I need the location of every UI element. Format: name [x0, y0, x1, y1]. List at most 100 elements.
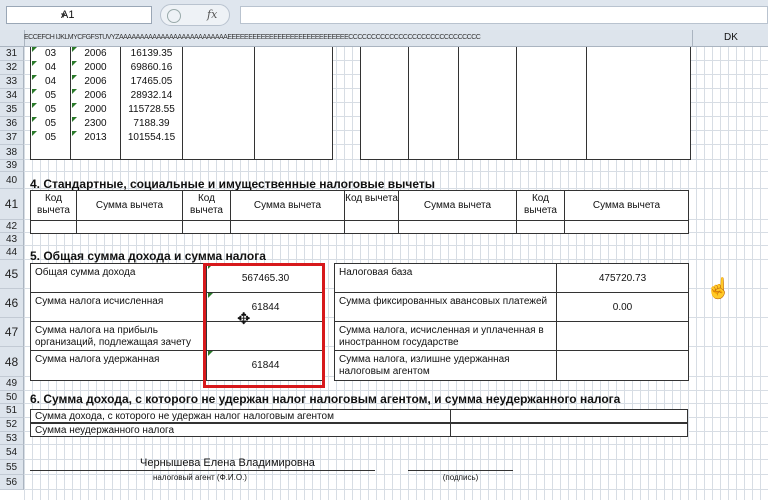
top-table-cell[interactable] — [182, 103, 255, 118]
row-header[interactable]: 51 — [0, 404, 24, 418]
top-table-cell[interactable] — [458, 131, 517, 146]
column-dk-header[interactable]: DK — [692, 30, 768, 46]
section5-value2-cell[interactable]: 475720.73 — [556, 263, 689, 294]
row-header[interactable]: 41 — [0, 189, 24, 220]
top-table-cell[interactable] — [360, 61, 409, 76]
top-table-cell[interactable] — [408, 145, 459, 160]
chevron-down-icon[interactable]: ▾ — [61, 10, 147, 21]
top-table-cell[interactable] — [360, 103, 409, 118]
section5-label-cell[interactable]: Сумма налога исчисленная — [30, 292, 207, 323]
top-table-cell[interactable]: 17465.05 — [120, 75, 183, 90]
row-header[interactable]: 50 — [0, 391, 24, 404]
top-table-cell[interactable] — [408, 75, 459, 90]
top-table-cell[interactable] — [182, 61, 255, 76]
top-table-cell[interactable] — [458, 103, 517, 118]
top-table-cell[interactable] — [516, 89, 587, 104]
section5-value2-cell[interactable] — [556, 321, 689, 352]
top-table-cell[interactable] — [516, 75, 587, 90]
top-table-cell[interactable] — [254, 103, 333, 118]
top-table-cell[interactable] — [458, 47, 517, 62]
row-header[interactable]: 48 — [0, 347, 24, 377]
select-all-corner[interactable] — [0, 30, 25, 46]
section4-value-cell[interactable] — [398, 220, 517, 234]
top-table-cell[interactable] — [254, 47, 333, 62]
top-table-cell[interactable]: 101554.15 — [120, 131, 183, 146]
top-table-cell[interactable] — [586, 89, 691, 104]
section5-value2-cell[interactable]: 0.00 — [556, 292, 689, 323]
top-table-cell[interactable] — [360, 145, 409, 160]
top-table-cell[interactable]: 04 — [30, 61, 71, 76]
top-table-cell[interactable] — [360, 89, 409, 104]
top-table-cell[interactable]: 115728.55 — [120, 103, 183, 118]
top-table-cell[interactable]: 28932.14 — [120, 89, 183, 104]
top-table-cell[interactable] — [516, 131, 587, 146]
top-table-cell[interactable] — [458, 89, 517, 104]
section6-row2-value[interactable] — [450, 423, 688, 437]
row-header[interactable]: 32 — [0, 61, 24, 75]
top-table-cell[interactable]: 2000 — [70, 103, 121, 118]
top-table-cell[interactable] — [182, 117, 255, 132]
top-table-cell[interactable] — [360, 47, 409, 62]
row-header[interactable]: 34 — [0, 89, 24, 103]
row-header[interactable]: 33 — [0, 75, 24, 89]
row-header[interactable]: 35 — [0, 103, 24, 117]
top-table-cell[interactable]: 16139.35 — [120, 47, 183, 62]
top-table-cell[interactable] — [408, 103, 459, 118]
top-table-cell[interactable] — [458, 117, 517, 132]
top-table-cell[interactable] — [586, 75, 691, 90]
top-table-cell[interactable] — [516, 117, 587, 132]
row-header[interactable]: 36 — [0, 117, 24, 131]
top-table-cell[interactable]: 03 — [30, 47, 71, 62]
row-header[interactable]: 31 — [0, 47, 24, 61]
top-table-cell[interactable] — [254, 61, 333, 76]
section4-value-cell[interactable] — [30, 220, 77, 234]
top-table-cell[interactable]: 05 — [30, 117, 71, 132]
section5-label2-cell[interactable]: Сумма фиксированных авансовых платежей — [334, 292, 557, 323]
section5-label-cell[interactable]: Сумма налога на прибыль организаций, под… — [30, 321, 207, 352]
row-header[interactable]: 56 — [0, 475, 24, 490]
name-box[interactable]: A1 ▾ — [6, 6, 152, 24]
row-header[interactable]: 43 — [0, 233, 24, 246]
row-header[interactable]: 44 — [0, 246, 24, 260]
top-table-cell[interactable] — [120, 145, 183, 160]
top-table-cell[interactable] — [182, 47, 255, 62]
row-header[interactable]: 54 — [0, 445, 24, 460]
top-table-cell[interactable]: 05 — [30, 131, 71, 146]
top-table-cell[interactable] — [458, 75, 517, 90]
section6-row1-value[interactable] — [450, 409, 688, 423]
top-table-cell[interactable] — [586, 103, 691, 118]
section4-value-cell[interactable] — [516, 220, 565, 234]
row-header[interactable]: 55 — [0, 460, 24, 475]
top-table-cell[interactable] — [586, 131, 691, 146]
row-header[interactable]: 45 — [0, 260, 24, 289]
top-table-cell[interactable] — [254, 89, 333, 104]
row-header[interactable]: 47 — [0, 318, 24, 347]
section5-label-cell[interactable]: Сумма налога удержанная — [30, 350, 207, 381]
section4-value-cell[interactable] — [564, 220, 689, 234]
row-header[interactable]: 42 — [0, 220, 24, 233]
top-table-cell[interactable] — [408, 61, 459, 76]
section5-label2-cell[interactable]: Сумма налога, исчисленная и уплаченная в… — [334, 321, 557, 352]
top-table-cell[interactable]: 2006 — [70, 75, 121, 90]
section4-value-cell[interactable] — [76, 220, 183, 234]
top-table-cell[interactable] — [458, 61, 517, 76]
top-table-cell[interactable] — [182, 89, 255, 104]
top-table-cell[interactable]: 2000 — [70, 61, 121, 76]
section5-label2-cell[interactable]: Налоговая база — [334, 263, 557, 294]
top-table-cell[interactable]: 2006 — [70, 89, 121, 104]
top-table-cell[interactable] — [254, 145, 333, 160]
top-table-cell[interactable] — [254, 117, 333, 132]
top-table-cell[interactable] — [586, 145, 691, 160]
top-table-cell[interactable] — [254, 75, 333, 90]
row-header[interactable]: 52 — [0, 418, 24, 432]
section5-value2-cell[interactable] — [556, 350, 689, 381]
section5-label2-cell[interactable]: Сумма налога, излишне удержанная налогов… — [334, 350, 557, 381]
row-header[interactable]: 46 — [0, 289, 24, 318]
top-table-cell[interactable] — [408, 131, 459, 146]
top-table-cell[interactable] — [182, 145, 255, 160]
top-table-cell[interactable] — [360, 131, 409, 146]
top-table-cell[interactable] — [408, 117, 459, 132]
top-table-cell[interactable] — [516, 47, 587, 62]
top-table-cell[interactable]: 04 — [30, 75, 71, 90]
top-table-cell[interactable] — [254, 131, 333, 146]
